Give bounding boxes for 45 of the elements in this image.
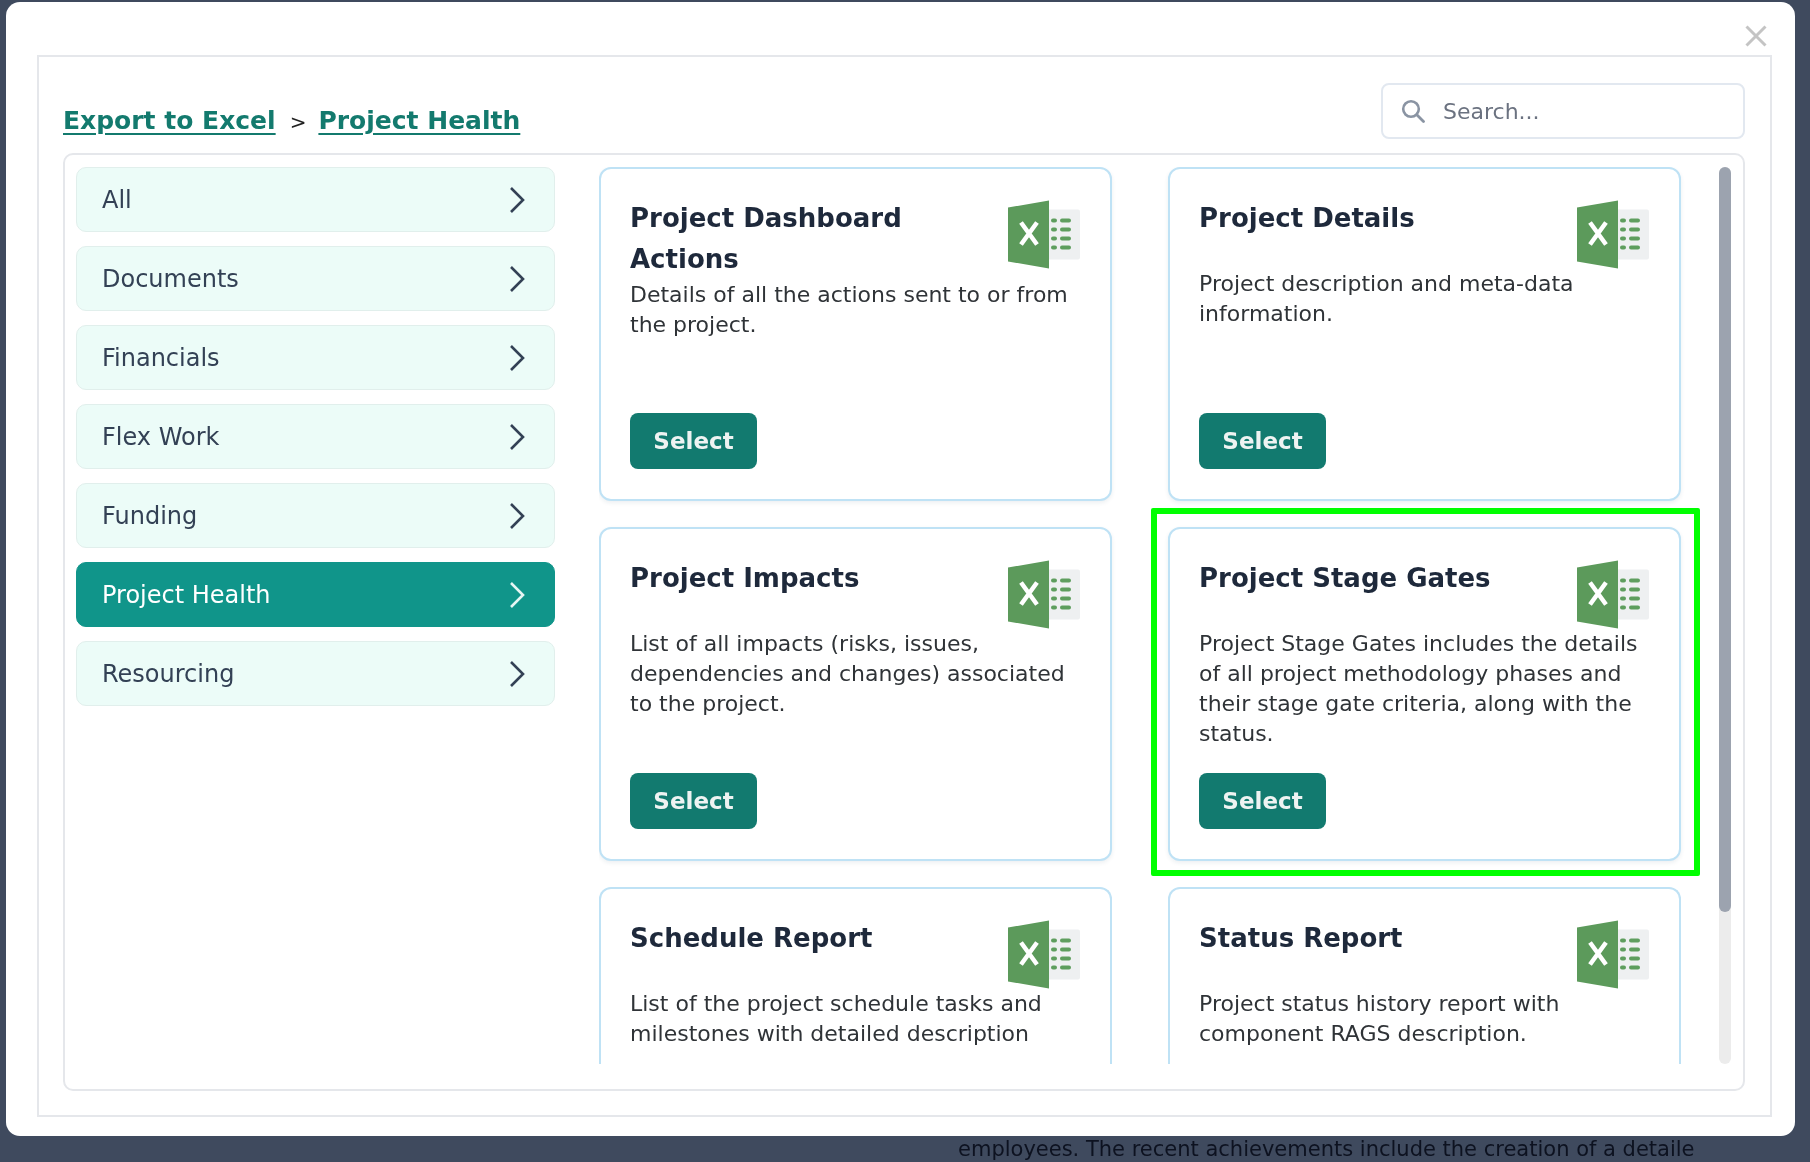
chevron-right-icon <box>509 659 525 688</box>
spreadsheet-icon <box>1577 560 1649 629</box>
search-field[interactable]: Search... <box>1381 83 1745 139</box>
chevron-right-icon <box>509 185 525 214</box>
sidebar-item[interactable]: Flex Work <box>76 404 555 469</box>
select-button[interactable]: Select <box>630 413 757 469</box>
sidebar-item[interactable]: Project Health <box>76 562 555 627</box>
card-description: List of all impacts (risks, issues, dependencies and changes) associated to the project. <box>630 630 1066 718</box>
card-title: Status Report <box>1199 922 1404 955</box>
breadcrumb-link[interactable]: Export to Excel <box>63 104 276 138</box>
card-description: Project description and meta-data information. <box>1199 270 1575 328</box>
spreadsheet-icon <box>1008 560 1080 629</box>
card-description: List of the project schedule tasks and milestones with detailed description <box>630 990 1043 1048</box>
spreadsheet-icon <box>1577 200 1649 269</box>
sidebar-item[interactable]: All <box>76 167 555 232</box>
sidebar-item[interactable]: Financials <box>76 325 555 390</box>
spreadsheet-icon <box>1577 920 1649 989</box>
select-button[interactable]: Select <box>1199 413 1326 469</box>
breadcrumb-link[interactable]: Project Health <box>318 104 521 138</box>
card-title: Schedule Report <box>630 922 874 955</box>
sidebar-item[interactable]: Documents <box>76 246 555 311</box>
card-title: Project Dashboard Actions <box>630 202 903 276</box>
card-title: Project Stage Gates <box>1199 562 1492 595</box>
scrollbar-thumb[interactable] <box>1719 167 1731 912</box>
chevron-right-icon <box>509 501 525 530</box>
chevron-right-icon <box>509 422 525 451</box>
spreadsheet-icon <box>1008 200 1080 269</box>
chevron-right-icon <box>509 343 525 372</box>
select-button[interactable]: Select <box>1199 773 1326 829</box>
card-description: Project status history report with component RAGS description. <box>1199 990 1561 1048</box>
card-description: Project Stage Gates includes the details of all project methodology phases and their stage gate criteria, along with the status. <box>1199 630 1639 748</box>
card-title: Project Details <box>1199 202 1416 235</box>
select-button[interactable]: Select <box>630 773 757 829</box>
scrollbar-track[interactable] <box>1719 167 1731 1064</box>
background-text: employees. The recent achievements include the creation of a detaile <box>957 1137 1696 1162</box>
close-icon[interactable] <box>1745 25 1767 47</box>
card-title: Project Impacts <box>630 562 861 595</box>
spreadsheet-icon <box>1008 920 1080 989</box>
chevron-right-icon <box>509 264 525 293</box>
search-icon <box>1401 99 1425 123</box>
sidebar-item[interactable]: Resourcing <box>76 641 555 706</box>
sidebar-item[interactable]: Funding <box>76 483 555 548</box>
card-description: Details of all the actions sent to or from the project. <box>630 281 1069 339</box>
chevron-right-icon <box>509 580 525 609</box>
breadcrumb-separator: > <box>289 109 307 136</box>
